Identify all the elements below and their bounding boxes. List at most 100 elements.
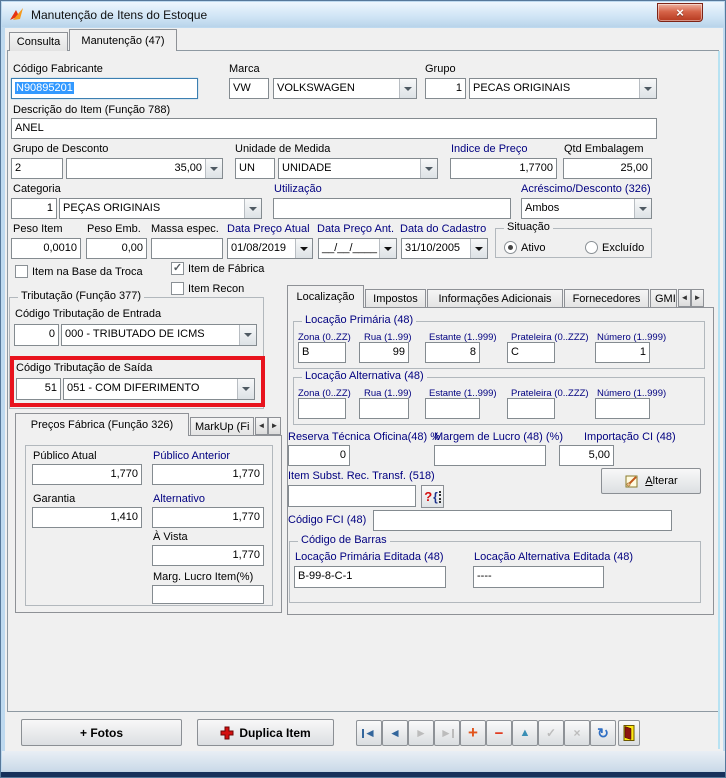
nav-next-button[interactable]: ► [408,720,434,746]
nav-last-button[interactable]: ► [434,720,460,746]
tab-fornecedores[interactable]: Fornecedores [564,289,649,308]
importacao-input[interactable]: 5,00 [559,445,614,466]
prateleira-alt-input[interactable] [507,398,555,419]
checkbox-item-fabrica[interactable]: ✓ [171,262,184,275]
trib-entrada-code-input[interactable]: 0 [14,324,59,346]
item-subst-input[interactable] [288,485,416,507]
chevron-down-icon[interactable] [244,199,261,218]
refresh-icon: ↻ [597,724,609,741]
tab-scroll-right-icon[interactable]: ► [268,417,281,435]
checkbox-item-recon[interactable] [171,282,184,295]
chevron-down-icon[interactable] [237,379,254,399]
marca-label: Marca [229,63,260,75]
alterar-button[interactable]: Alterar [601,468,701,494]
nav-refresh-button[interactable]: ↻ [590,720,616,746]
alternativo-input[interactable]: 1,770 [152,507,264,528]
nav-cancel-button[interactable]: × [564,720,590,746]
estante-input[interactable]: 8 [425,342,480,363]
garantia-input[interactable]: 1,410 [32,507,142,528]
exit-button[interactable] [618,720,640,746]
lookup-button[interactable]: ?{ [421,485,444,508]
chevron-down-icon[interactable] [634,199,651,218]
chevron-down-icon[interactable] [239,325,256,345]
fotos-button[interactable]: + Fotos [21,719,182,746]
reserva-input[interactable]: 0 [288,445,350,466]
unidade-combobox[interactable]: UNIDADE [278,158,438,179]
acrescimo-combobox[interactable]: Ambos [521,198,652,219]
chevron-down-icon[interactable] [399,79,416,98]
prateleira-input[interactable]: C [507,342,555,363]
estante-alt-input[interactable] [425,398,480,419]
grupo-desconto-combobox[interactable]: 35,00 [66,158,223,179]
chevron-down-icon[interactable] [379,239,396,258]
chevron-down-icon[interactable] [420,159,437,178]
tab-scroll-left-icon[interactable]: ◄ [255,417,268,435]
nav-edit-button[interactable]: ▲ [512,720,538,746]
descricao-input[interactable]: ANEL [11,118,657,139]
chevron-down-icon[interactable] [470,239,487,258]
publico-atual-input[interactable]: 1,770 [32,464,142,485]
categoria-combobox[interactable]: PEÇAS ORIGINAIS [59,198,262,219]
tab-gmi[interactable]: GMI [650,289,677,308]
data-cadastro-picker[interactable]: 31/10/2005 [401,238,488,259]
tab-localizacao[interactable]: Localização [287,285,364,308]
grupo-code-input[interactable]: 1 [425,78,466,99]
duplica-item-button[interactable]: Duplica Item [197,719,334,746]
loc-alt-editada-input[interactable]: ---- [473,566,604,588]
radio-ativo[interactable] [504,241,517,254]
a-vista-input[interactable]: 1,770 [152,545,264,566]
nav-first-button[interactable]: ◄ [356,720,382,746]
tab-informacoes-adicionais[interactable]: Informações Adicionais [427,289,563,308]
nav-prior-button[interactable]: ◄ [382,720,408,746]
codigo-fabricante-input[interactable]: N90895201 [11,78,198,99]
chevron-down-icon[interactable] [295,239,312,258]
massa-espec-input[interactable] [151,238,223,259]
tab-impostos[interactable]: Impostos [365,289,426,308]
marg-lucro-input[interactable] [152,585,264,604]
categoria-code-input[interactable]: 1 [11,198,57,219]
tab-precos-fabrica[interactable]: Preços Fábrica (Função 326) [15,413,189,436]
marca-combobox[interactable]: VOLKSWAGEN [273,78,417,99]
tab-consulta[interactable]: Consulta [9,32,68,51]
tab-scroll-left-icon[interactable]: ◄ [678,289,691,307]
zona-input[interactable]: B [298,342,346,363]
loc-prim-editada-input[interactable]: B-99-8-C-1 [294,566,446,588]
loc-prim-editada-label: Locação Primária Editada (48) [295,551,444,563]
peso-emb-input[interactable]: 0,00 [86,238,147,259]
codigo-fci-input[interactable] [373,510,672,531]
importacao-label: Importação CI (48) [584,431,676,443]
chevron-down-icon[interactable] [205,159,222,178]
margem-input[interactable] [434,445,546,466]
trib-saida-code-input[interactable]: 51 [16,378,61,400]
publico-anterior-input[interactable]: 1,770 [152,464,264,485]
peso-item-input[interactable]: 0,0010 [11,238,81,259]
rua-alt-input[interactable] [359,398,409,419]
utilizacao-input[interactable] [273,198,511,219]
nav-post-button[interactable]: ✓ [538,720,564,746]
trib-saida-combobox[interactable]: 051 - COM DIFERIMENTO [63,378,255,400]
checkbox-base-troca[interactable] [15,265,28,278]
radio-excluido[interactable] [585,241,598,254]
qtd-embalagem-input[interactable]: 25,00 [563,158,652,179]
indice-preco-input[interactable]: 1,7700 [450,158,557,179]
rua-input[interactable]: 99 [359,342,409,363]
tab-manutencao[interactable]: Manutenção (47) [69,29,177,51]
numero-input[interactable]: 1 [595,342,650,363]
unidade-code-input[interactable]: UN [235,158,275,179]
trib-entrada-combobox[interactable]: 000 - TRIBUTADO DE ICMS [61,324,257,346]
chevron-down-icon[interactable] [639,79,656,98]
nav-insert-button[interactable]: + [460,720,486,746]
marg-lucro-label: Marg. Lucro Item(%) [153,571,254,583]
close-button[interactable]: × [657,3,703,22]
nav-delete-button[interactable]: − [486,720,512,746]
data-preco-atual-picker[interactable]: 01/08/2019 [227,238,313,259]
plus-icon: + [468,723,478,742]
zona-alt-input[interactable] [298,398,346,419]
grupo-combobox[interactable]: PECAS ORIGINAIS [469,78,657,99]
tab-markup[interactable]: MarkUp (Fi [190,417,254,436]
marca-code-input[interactable]: VW [229,78,269,99]
grupo-desconto-code-input[interactable]: 2 [11,158,63,179]
tab-scroll-right-icon[interactable]: ► [691,289,704,307]
data-preco-ant-picker[interactable]: __/__/____ [318,238,397,259]
numero-alt-input[interactable] [595,398,650,419]
